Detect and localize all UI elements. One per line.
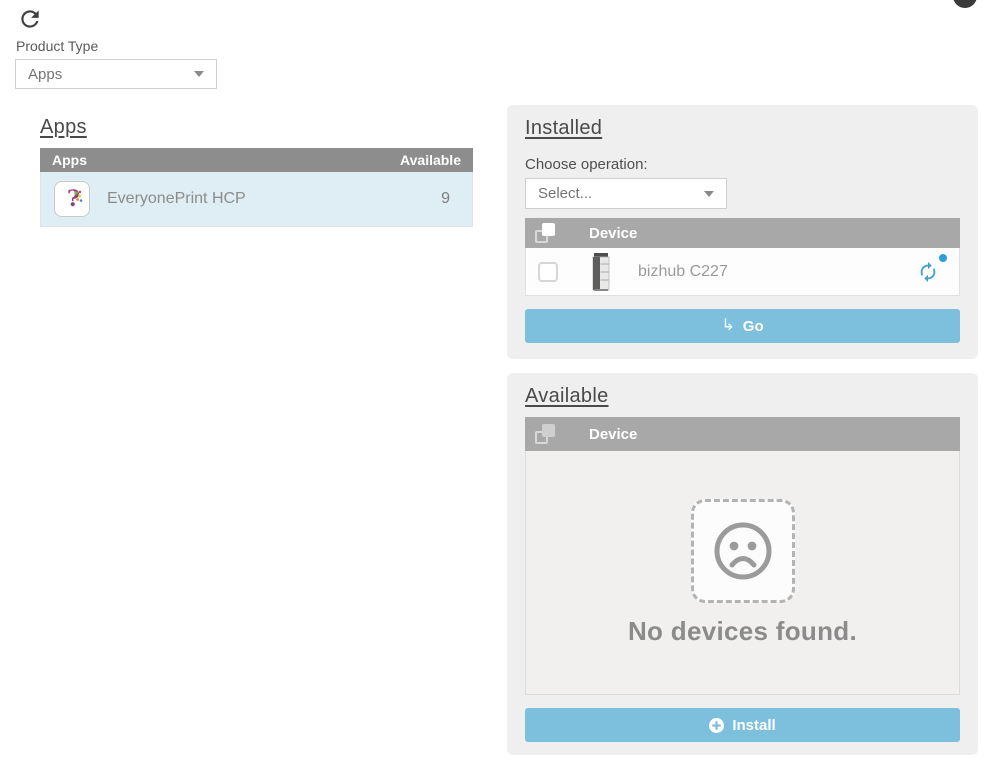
installed-device-table-header: Device [525, 218, 960, 248]
page: Product Type Apps Apps Apps Available [0, 0, 1000, 771]
notification-dot [939, 254, 947, 262]
operation-select[interactable]: Select... [525, 178, 727, 209]
select-all-icon [535, 424, 555, 444]
device-column-header: Device [589, 426, 637, 443]
return-arrow-icon: ↳ [721, 318, 734, 334]
chevron-down-icon [194, 71, 204, 77]
product-type-label: Product Type [16, 38, 98, 54]
apps-table-header: Apps Available [40, 148, 473, 172]
sync-icon [917, 270, 939, 287]
product-type-value: Apps [28, 66, 194, 83]
choose-operation-label: Choose operation: [525, 156, 960, 173]
app-row-everyoneprint[interactable]: ? EveryonePrint HCP 9 [40, 172, 473, 227]
everyoneprint-logo-icon: ? [54, 181, 90, 217]
installed-device-table: Device bizhub C227 [525, 218, 960, 296]
device-checkbox[interactable] [538, 262, 558, 282]
printer-device-icon [591, 252, 611, 292]
install-button-label: Install [732, 717, 775, 734]
installed-section-title: Installed [525, 117, 960, 140]
empty-state: No devices found. [525, 451, 960, 695]
refresh-button[interactable] [16, 6, 44, 34]
sync-status-button[interactable] [917, 261, 939, 283]
go-button[interactable]: ↳ Go [525, 309, 960, 343]
go-button-label: Go [743, 318, 764, 335]
app-name: EveryonePrint HCP [107, 190, 246, 208]
app-available-count: 9 [441, 190, 450, 208]
chevron-down-icon [704, 191, 714, 197]
empty-message: No devices found. [628, 616, 857, 647]
available-device-table: Device No devices found. [525, 417, 960, 695]
install-button[interactable]: Install [525, 708, 960, 742]
plus-circle-icon [709, 718, 724, 733]
select-all-icon[interactable] [535, 223, 555, 243]
available-device-table-header: Device [525, 417, 960, 451]
apps-column-header: Apps [52, 152, 87, 168]
apps-section-title: Apps [40, 116, 87, 139]
device-column-header: Device [589, 225, 637, 242]
available-panel: Available Device No devices found. [507, 373, 978, 755]
sad-face-icon [691, 499, 795, 603]
product-type-select[interactable]: Apps [15, 59, 217, 89]
installed-panel: Installed Choose operation: Select... De… [507, 105, 978, 359]
available-section-title: Available [525, 385, 960, 408]
available-column-header: Available [400, 152, 461, 168]
apps-table: Apps Available ? [40, 148, 473, 227]
device-name: bizhub C227 [638, 263, 728, 281]
operation-select-value: Select... [538, 185, 704, 202]
refresh-icon [17, 20, 43, 35]
avatar[interactable] [953, 0, 977, 8]
device-row-bizhub-c227[interactable]: bizhub C227 [525, 248, 960, 296]
